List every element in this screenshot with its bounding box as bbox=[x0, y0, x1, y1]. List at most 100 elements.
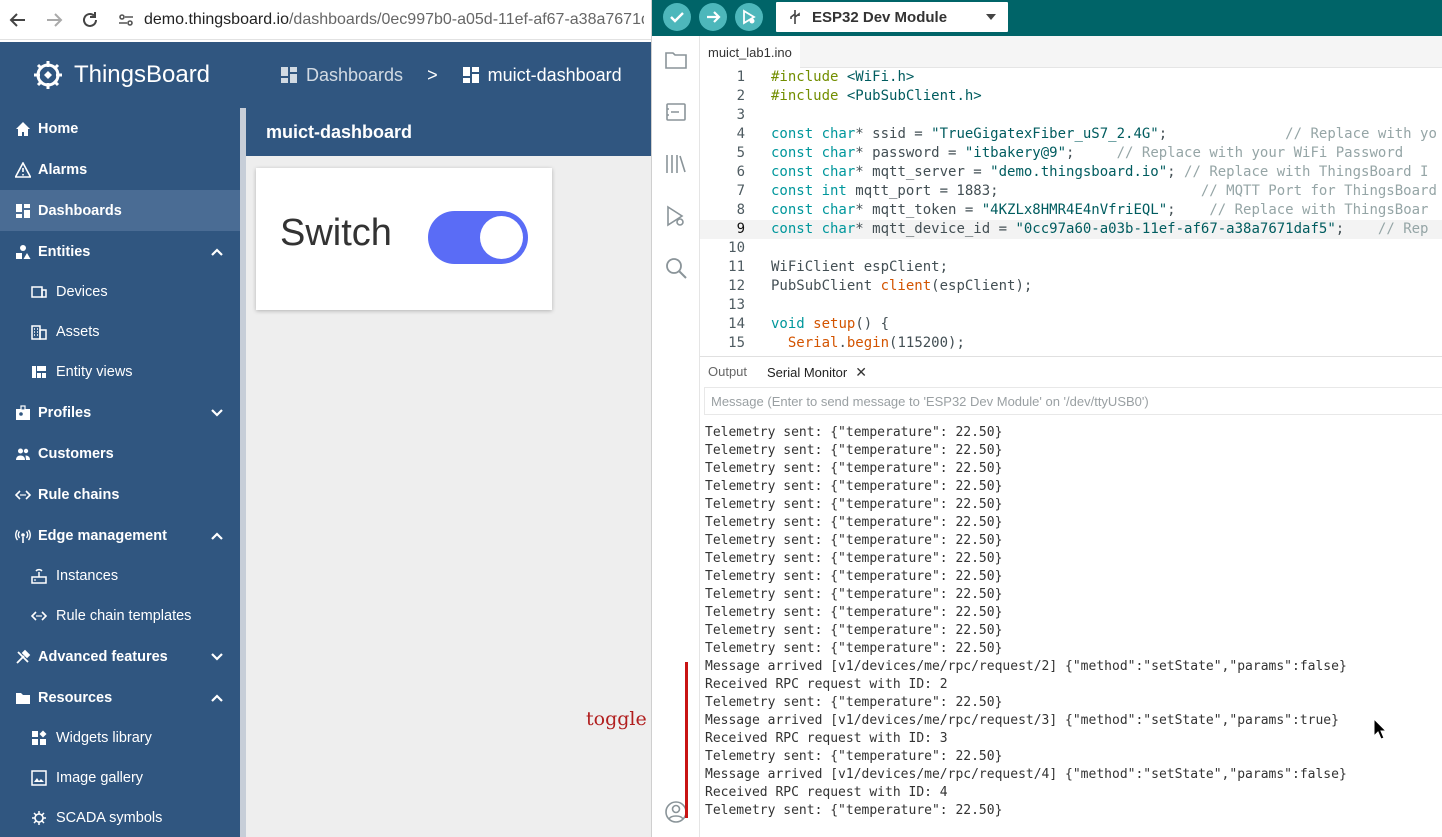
reload-button[interactable] bbox=[72, 2, 108, 38]
sidebar-item-devices[interactable]: Devices bbox=[0, 272, 240, 312]
sidebar-item-advanced-features[interactable]: Advanced features bbox=[0, 636, 240, 677]
chevron-down-icon[interactable] bbox=[210, 406, 224, 420]
serial-line: Message arrived [v1/devices/me/rpc/reque… bbox=[705, 713, 1339, 728]
sidebar-item-widgets-library[interactable]: Widgets library bbox=[0, 718, 240, 758]
warning-icon bbox=[14, 161, 32, 179]
debug-button[interactable] bbox=[735, 3, 763, 31]
sidebar-item-resources[interactable]: Resources bbox=[0, 677, 240, 718]
sidebar-item-edge-management[interactable]: Edge management bbox=[0, 515, 240, 556]
code-editor[interactable]: 1 #include <WiFi.h> 2 #include <PubSubClie… bbox=[700, 68, 1442, 354]
sidebar-item-alarms[interactable]: Alarms bbox=[0, 149, 240, 190]
badge-icon bbox=[14, 404, 32, 422]
annotation-label: toggle bbox=[586, 708, 647, 730]
code-line: 5 const char* password = "itbakery@9"; //… bbox=[736, 145, 1404, 161]
sidebar-item-scada-symbols[interactable]: SCADA symbols bbox=[0, 798, 240, 837]
browser-toolbar: demo.thingsboard.io/dashboards/0ec997b0-… bbox=[0, 0, 651, 40]
entities-icon bbox=[14, 243, 32, 261]
settings-ethernet-icon bbox=[30, 607, 48, 625]
serial-line: Received RPC request with ID: 3 bbox=[705, 731, 948, 746]
chevron-up-icon[interactable] bbox=[210, 691, 224, 705]
settings-ethernet-icon bbox=[14, 486, 32, 504]
chevron-up-icon[interactable] bbox=[210, 245, 224, 259]
editor-tab-bar: muict_lab1.ino bbox=[700, 36, 1442, 68]
sidebar-item-entity-views[interactable]: Entity views bbox=[0, 352, 240, 392]
bottom-panel-tabs: Output Serial Monitor ✕ bbox=[700, 356, 1442, 386]
breadcrumb-current-dashboard: muict-dashboard bbox=[462, 65, 622, 86]
search-icon[interactable] bbox=[664, 256, 688, 280]
site-info-icon[interactable] bbox=[114, 11, 138, 29]
sidebar-item-instances[interactable]: Instances bbox=[0, 556, 240, 596]
annotation-marker bbox=[685, 662, 688, 818]
arrow-left-icon bbox=[9, 12, 25, 27]
dashboard-icon bbox=[281, 67, 297, 83]
code-line-current: 9 const char* mqtt_device_id = "0cc97a60-… bbox=[700, 220, 1442, 239]
code-line: 11 WiFiClient espClient; bbox=[728, 259, 949, 275]
dashboard-icon bbox=[14, 202, 32, 220]
board-manager-icon[interactable] bbox=[664, 100, 688, 124]
dashboard-title: muict-dashboard bbox=[266, 121, 413, 142]
sidebar-item-profiles[interactable]: Profiles bbox=[0, 392, 240, 433]
code-line: 3 bbox=[736, 107, 745, 123]
sidebar-item-rule-chain-templates[interactable]: Rule chain templates bbox=[0, 596, 240, 636]
code-line: 13 bbox=[728, 297, 745, 313]
sidebar-item-assets[interactable]: Assets bbox=[0, 312, 240, 352]
forward-button[interactable] bbox=[36, 2, 72, 38]
arduino-ide-window: ESP32 Dev Module muict_lab1.ino 1 #includ… bbox=[651, 0, 1442, 837]
serial-message-input[interactable]: Message (Enter to send message to 'ESP32… bbox=[704, 387, 1442, 415]
switch-knob[interactable] bbox=[480, 216, 523, 259]
chevron-up-icon[interactable] bbox=[210, 529, 224, 543]
chevron-down-icon[interactable] bbox=[210, 650, 224, 664]
arrow-right-icon bbox=[707, 11, 721, 23]
router-icon bbox=[14, 527, 32, 545]
domain-icon bbox=[30, 323, 48, 341]
code-line: 7 const int mqtt_port = 1883; // MQTT Por… bbox=[736, 183, 1437, 199]
sidebar-item-dashboards[interactable]: Dashboards bbox=[0, 190, 240, 231]
ide-activity-bar bbox=[652, 36, 700, 837]
serial-line: Telemetry sent: {"temperature": 22.50} bbox=[705, 803, 1003, 818]
sidebar-item-rule-chains[interactable]: Rule chains bbox=[0, 474, 240, 515]
debug-icon bbox=[743, 9, 756, 25]
close-icon[interactable]: ✕ bbox=[855, 364, 867, 380]
serial-line: Message arrived [v1/devices/me/rpc/reque… bbox=[705, 659, 1347, 674]
switch-toggle[interactable] bbox=[428, 211, 528, 264]
devices-icon bbox=[30, 283, 48, 301]
sidebar-item-entities[interactable]: Entities bbox=[0, 231, 240, 272]
scada-icon bbox=[30, 809, 48, 827]
switch-widget: Switch bbox=[256, 168, 552, 310]
code-line: 12 PubSubClient client(espClient); bbox=[728, 278, 1033, 294]
address-bar[interactable]: demo.thingsboard.io/dashboards/0ec997b0-… bbox=[144, 11, 644, 29]
library-icon[interactable] bbox=[664, 152, 688, 176]
widgets-icon bbox=[30, 729, 48, 747]
back-button[interactable] bbox=[0, 2, 36, 38]
serial-line: Telemetry sent: {"temperature": 22.50} bbox=[705, 587, 1003, 602]
board-name: ESP32 Dev Module bbox=[812, 8, 948, 26]
tab-sketch-file[interactable]: muict_lab1.ino bbox=[700, 36, 800, 68]
breadcrumb-separator: > bbox=[427, 64, 438, 85]
serial-line: Telemetry sent: {"temperature": 22.50} bbox=[705, 443, 1003, 458]
usb-icon bbox=[790, 10, 800, 24]
dashboard-icon bbox=[462, 67, 479, 83]
serial-line: Telemetry sent: {"temperature": 22.50} bbox=[705, 533, 1003, 548]
serial-line: Received RPC request with ID: 2 bbox=[705, 677, 948, 692]
ide-toolbar: ESP32 Dev Module bbox=[652, 0, 1442, 36]
upload-button[interactable] bbox=[699, 3, 727, 31]
serial-monitor-output: Telemetry sent: {"temperature": 22.50} Te… bbox=[700, 420, 1442, 837]
code-line: 15 Serial.begin(115200); bbox=[728, 335, 965, 351]
sidebar-item-home[interactable]: Home bbox=[0, 108, 240, 149]
sidebar-item-image-gallery[interactable]: Image gallery bbox=[0, 758, 240, 798]
code-line: 1 #include <WiFi.h> bbox=[736, 69, 915, 85]
breadcrumb-dashboards[interactable]: Dashboards bbox=[280, 65, 403, 86]
construction-icon bbox=[14, 648, 32, 666]
debug-sidebar-icon[interactable] bbox=[664, 204, 688, 228]
mouse-cursor-icon bbox=[1373, 718, 1387, 740]
serial-line: Telemetry sent: {"temperature": 22.50} bbox=[705, 623, 1003, 638]
verify-button[interactable] bbox=[663, 3, 691, 31]
dropdown-caret-icon bbox=[986, 14, 996, 20]
home-icon bbox=[14, 120, 32, 138]
tab-serial-monitor[interactable]: Serial Monitor ✕ bbox=[767, 364, 867, 381]
folder-icon[interactable] bbox=[664, 48, 688, 72]
sidebar-item-customers[interactable]: Customers bbox=[0, 433, 240, 474]
board-selector[interactable]: ESP32 Dev Module bbox=[776, 2, 1008, 32]
thingsboard-logo[interactable]: ThingsBoard bbox=[0, 42, 240, 108]
tab-output[interactable]: Output bbox=[708, 364, 747, 379]
